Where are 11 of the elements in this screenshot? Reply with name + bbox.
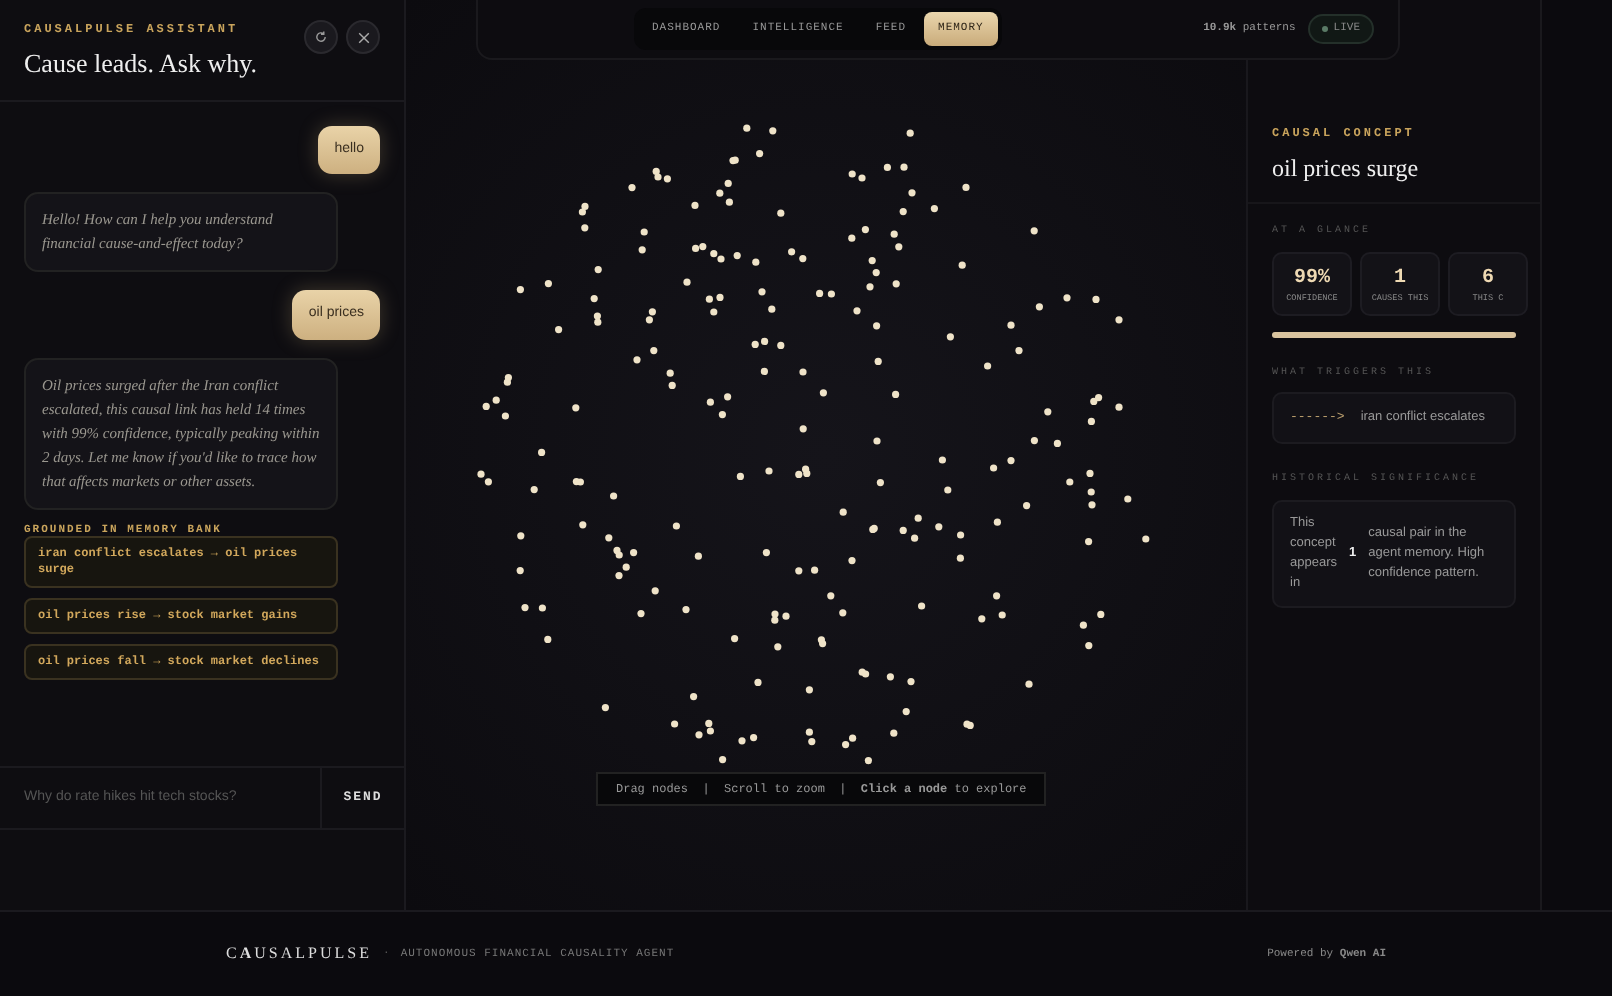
stat-value: 1	[1391, 265, 1408, 293]
concept-title: oil prices surge	[1272, 152, 1421, 186]
assistant-title: Cause leads. Ask why.	[24, 46, 258, 82]
refresh-button[interactable]	[304, 20, 338, 54]
stat-value: 99%	[1291, 265, 1332, 293]
logo: CAUSALPULSE	[226, 942, 372, 966]
refresh-icon	[314, 30, 328, 44]
close-button[interactable]	[346, 20, 380, 54]
close-icon	[357, 31, 369, 43]
stat-value: 6	[1479, 265, 1496, 293]
node-graph-drawing[interactable]	[477, 124, 1150, 765]
